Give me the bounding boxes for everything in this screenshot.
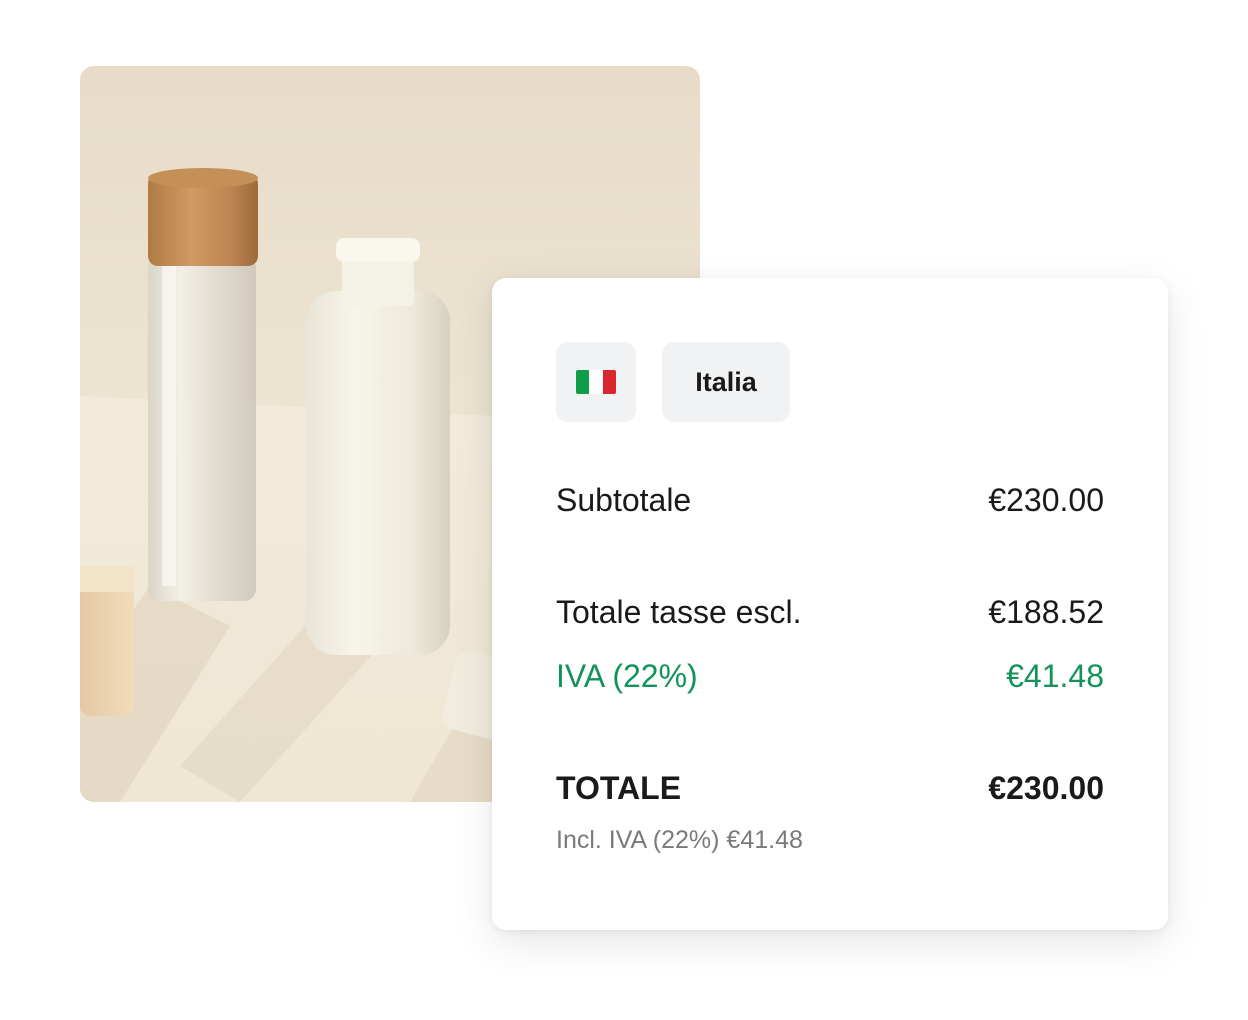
total-tax-note: Incl. IVA (22%) €41.48 bbox=[556, 826, 803, 854]
subtotal-row: Subtotale €230.00 bbox=[556, 482, 1104, 519]
total-value: €230.00 bbox=[988, 770, 1104, 806]
vat-value: €41.48 bbox=[1006, 658, 1104, 694]
total-label: TOTALE bbox=[556, 770, 682, 806]
total-excl-tax-value: €188.52 bbox=[988, 594, 1104, 630]
total-row: TOTALE €230.00 bbox=[556, 770, 1104, 807]
subtotal-value: €230.00 bbox=[988, 482, 1104, 518]
country-name: Italia bbox=[695, 366, 757, 397]
tax-summary-card: Italia Subtotale €230.00 Totale tasse es… bbox=[492, 278, 1168, 930]
country-selector[interactable]: Italia bbox=[662, 342, 790, 422]
vat-row: IVA (22%) €41.48 bbox=[556, 658, 1104, 695]
country-flag-chip[interactable] bbox=[556, 342, 636, 422]
vat-label: IVA (22%) bbox=[556, 658, 698, 694]
total-excl-tax-row: Totale tasse escl. €188.52 bbox=[556, 594, 1104, 631]
italy-flag-icon bbox=[576, 370, 616, 394]
subtotal-label: Subtotale bbox=[556, 482, 692, 518]
total-excl-tax-label: Totale tasse escl. bbox=[556, 594, 802, 630]
